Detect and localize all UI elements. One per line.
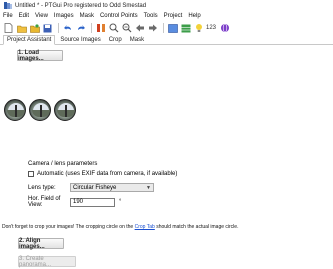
auto-exif-label: Automatic (uses EXIF data from camera, i… <box>37 171 178 177</box>
table-icon[interactable] <box>180 23 191 34</box>
light-icon[interactable] <box>193 23 204 34</box>
menu-mask[interactable]: Mask <box>80 13 94 19</box>
load-images-button[interactable]: 1. Load images... <box>17 50 63 62</box>
lens-type-value: Circular Fisheye <box>73 184 117 191</box>
menu-help[interactable]: Help <box>188 13 200 19</box>
globe-icon[interactable] <box>219 23 230 34</box>
menu-file[interactable]: File <box>3 13 13 19</box>
redo-icon[interactable] <box>75 23 86 34</box>
panorama-editor-icon[interactable] <box>167 23 178 34</box>
lens-group-title: Camera / lens parameters <box>28 161 98 167</box>
crop-reminder-text-end: should match the actual image circle. <box>156 224 239 230</box>
lens-parameters-group: Camera / lens parameters Automatic (uses… <box>25 161 226 221</box>
lens-type-label: Lens type: <box>28 184 56 191</box>
auto-exif-row: Automatic (uses EXIF data from camera, i… <box>28 171 177 177</box>
thumbnail-image[interactable] <box>54 99 76 121</box>
toolbar-separator <box>163 23 164 33</box>
tab-bar: Project Assistant Source Images Crop Mas… <box>0 35 333 45</box>
align-icon[interactable] <box>95 23 106 34</box>
tab-project-assistant[interactable]: Project Assistant <box>3 35 56 45</box>
hfov-label: Hor. Field of View: <box>28 196 61 208</box>
hfov-row: Hor. Field of View: 190 ° <box>28 196 121 208</box>
open-icon[interactable] <box>16 23 27 34</box>
chevron-down-icon: ▼ <box>146 184 151 191</box>
save-icon[interactable] <box>42 23 53 34</box>
app-logo-icon <box>4 2 12 9</box>
auto-exif-checkbox[interactable] <box>28 171 34 177</box>
crop-reminder: Don't forget to crop your images! The cr… <box>2 224 238 230</box>
folder-icon[interactable] <box>29 23 40 34</box>
menu-tools[interactable]: Tools <box>144 13 158 19</box>
undo-icon[interactable] <box>62 23 73 34</box>
thumbnail-image[interactable] <box>4 99 26 121</box>
lens-type-select[interactable]: Circular Fisheye ▼ <box>70 183 154 192</box>
toolbar: 123 <box>0 21 333 35</box>
zoom-in-icon[interactable] <box>108 23 119 34</box>
hfov-input[interactable]: 190 <box>70 197 115 207</box>
thumbnail-image[interactable] <box>29 99 51 121</box>
image-thumbnails <box>4 99 79 123</box>
crop-tab-link[interactable]: Crop Tab <box>135 224 155 230</box>
tab-crop[interactable]: Crop <box>106 36 125 44</box>
title-bar: Untitled * - PTGui Pro registered to Odd… <box>0 0 333 11</box>
menu-images[interactable]: Images <box>54 13 74 19</box>
new-icon[interactable] <box>3 23 14 34</box>
crop-reminder-text: Don't forget to crop your images! The cr… <box>2 224 134 230</box>
create-panorama-button[interactable]: 3. Create panorama... <box>18 256 76 268</box>
toolbar-separator <box>58 23 59 33</box>
hfov-unit: ° <box>119 199 122 205</box>
tab-source-images[interactable]: Source Images <box>57 36 103 44</box>
toolbar-separator <box>91 23 92 33</box>
window-title: Untitled * - PTGui Pro registered to Odd… <box>15 2 147 9</box>
menu-view[interactable]: View <box>35 13 48 19</box>
menu-project[interactable]: Project <box>164 13 183 19</box>
menu-control-points[interactable]: Control Points <box>100 13 138 19</box>
zoom-out-icon[interactable] <box>121 23 132 34</box>
tab-mask[interactable]: Mask <box>127 36 147 44</box>
lens-type-row: Lens type: Circular Fisheye ▼ <box>28 183 154 192</box>
align-images-button[interactable]: 2. Align images... <box>18 238 64 250</box>
forward-icon[interactable] <box>147 23 158 34</box>
menu-bar: File Edit View Images Mask Control Point… <box>0 11 333 21</box>
number-button[interactable]: 123 <box>206 25 216 31</box>
back-icon[interactable] <box>134 23 145 34</box>
menu-edit[interactable]: Edit <box>19 13 29 19</box>
